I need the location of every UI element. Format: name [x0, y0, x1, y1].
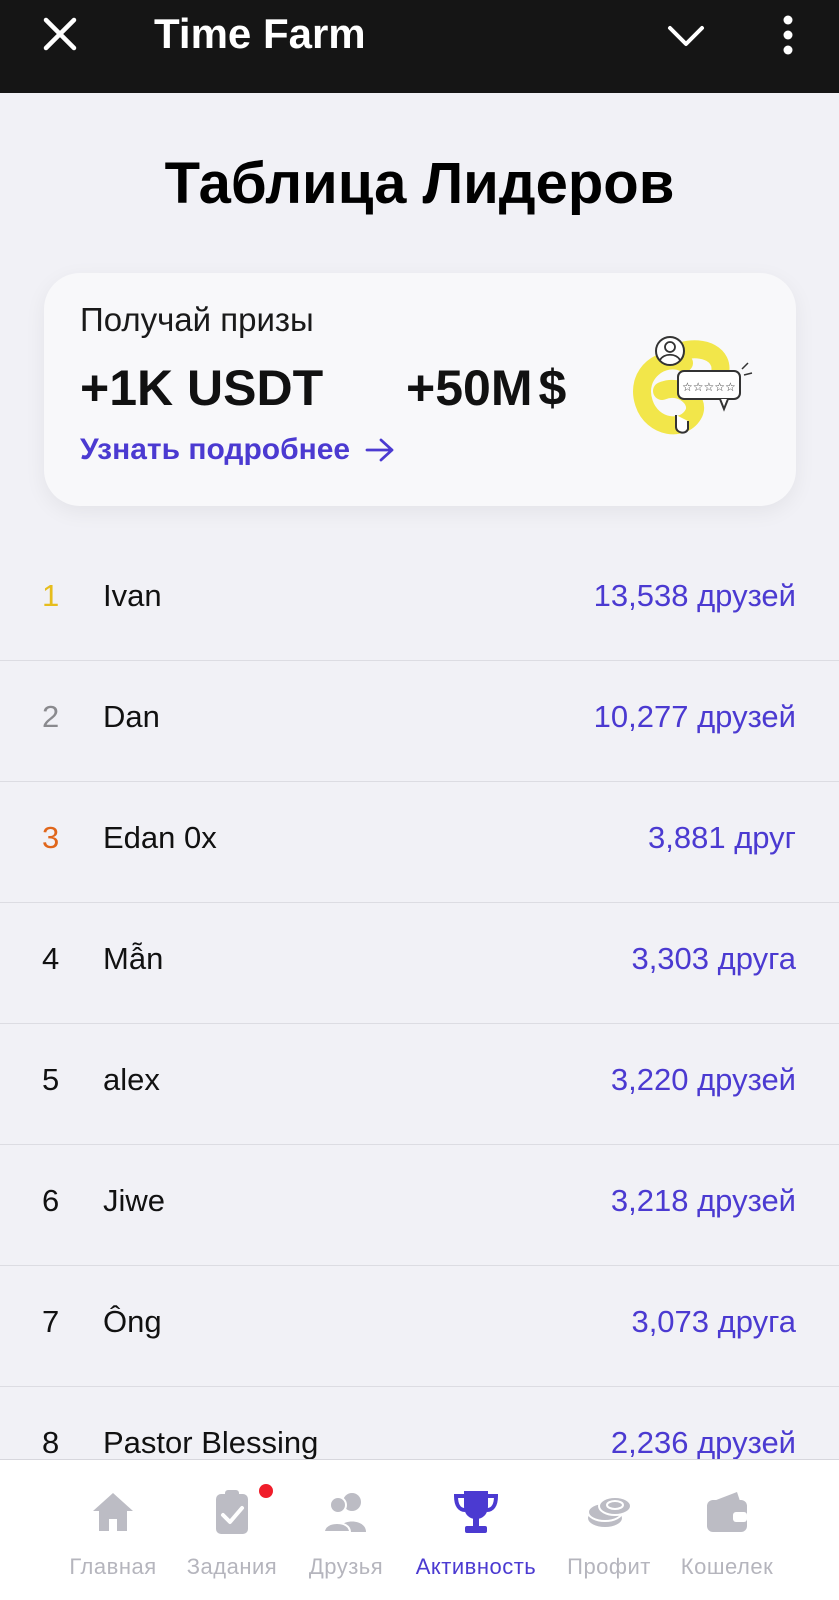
row-username: Jiwe [103, 1183, 166, 1218]
row-username: Ông [103, 1304, 162, 1339]
leaderboard-row[interactable]: 2 Dan 10,277 друзей [0, 661, 839, 782]
row-friend-count: 3,881 друг [648, 820, 796, 855]
leaderboard-row[interactable]: 5 alex 3,220 друзей [0, 1024, 839, 1145]
top-bar: Time Farm [0, 0, 839, 93]
row-friend-count: 3,218 друзей [610, 1183, 796, 1218]
row-rank: 5 [42, 1062, 60, 1097]
row-username: Dan [103, 699, 160, 734]
row-rank: 6 [42, 1183, 60, 1218]
promo-label: Получай призы [80, 301, 314, 338]
arrow-right-icon [365, 438, 394, 462]
nav-item-friends[interactable]: Друзья [281, 1460, 411, 1600]
nav-label-friends: Друзья [308, 1554, 384, 1579]
leaderboard-row[interactable]: 4 Mẫn 3,303 друга [0, 903, 839, 1024]
row-username: alex [103, 1062, 160, 1097]
row-friend-count: 13,538 друзей [593, 578, 796, 613]
home-icon [93, 1493, 133, 1531]
row-rank: 3 [42, 820, 60, 855]
page-title: Таблица Лидеров [164, 151, 675, 216]
row-friend-count: 2,236 друзей [610, 1425, 796, 1460]
leaderboard-list: 1 Ivan 13,538 друзей 2 Dan 10,277 друзей 3 Edan… [0, 540, 839, 1508]
close-icon[interactable] [40, 14, 80, 54]
coins-icon [587, 1496, 632, 1527]
row-rank: 7 [42, 1304, 60, 1339]
learn-more-link[interactable]: Узнать подробнее [80, 433, 396, 467]
nav-label-wallet: Кошелек [680, 1554, 774, 1579]
bottom-nav: Главная Задания Друзья Активность Профит… [0, 1459, 839, 1600]
row-rank: 8 [42, 1425, 60, 1460]
nav-item-wallet[interactable]: Кошелек [662, 1460, 792, 1600]
learn-more-label: Узнать подробнее [80, 433, 351, 466]
more-options-icon[interactable] [772, 12, 804, 58]
coin-symbol: $ [538, 360, 567, 416]
row-username: Mẫn [103, 941, 164, 976]
nav-label-tasks: Задания [186, 1554, 278, 1579]
nav-item-profit[interactable]: Профит [544, 1460, 674, 1600]
row-rank: 4 [42, 941, 60, 976]
leaderboard-row[interactable]: 6 Jiwe 3,218 друзей [0, 1145, 839, 1266]
row-username: Ivan [103, 578, 162, 613]
nav-label-home: Главная [69, 1554, 157, 1579]
row-username: Edan 0x [103, 820, 217, 855]
leaderboard-row[interactable]: 7 Ông 3,073 друга [0, 1266, 839, 1387]
clipboard-check-icon [216, 1490, 248, 1534]
nav-item-tasks[interactable]: Задания [167, 1460, 297, 1600]
leaderboard-row[interactable]: 3 Edan 0x 3,881 друг [0, 782, 839, 903]
prize-promo-card[interactable]: Получай призы +1K USDT +50M $ Узнать подр… [44, 273, 796, 506]
app-title: Time Farm [154, 10, 366, 57]
notification-dot [259, 1484, 273, 1498]
referral-illustration-icon: ☆☆☆☆☆ [633, 336, 753, 435]
row-friend-count: 3,220 друзей [610, 1062, 796, 1097]
row-username: Pastor Blessing [103, 1425, 319, 1460]
nav-item-activity[interactable]: Активность [411, 1460, 541, 1600]
row-friend-count: 10,277 друзей [593, 699, 796, 734]
users-icon [322, 1493, 366, 1533]
row-friend-count: 3,073 друга [631, 1304, 796, 1339]
coin-prize-amount: +50M [406, 360, 533, 416]
usdt-prize: +1K USDT [80, 360, 324, 416]
leaderboard-row[interactable]: 1 Ivan 13,538 друзей [0, 540, 839, 661]
row-rank: 1 [42, 578, 60, 613]
row-rank: 2 [42, 699, 60, 734]
wallet-icon [707, 1492, 747, 1532]
row-friend-count: 3,303 друга [631, 941, 796, 976]
coin-prize: +50M $ [406, 359, 566, 417]
svg-text:☆☆☆☆☆: ☆☆☆☆☆ [682, 380, 736, 394]
chevron-down-icon[interactable] [664, 18, 708, 54]
nav-label-profit: Профит [567, 1554, 651, 1579]
nav-label-activity: Активность [415, 1554, 537, 1579]
trophy-icon [453, 1491, 499, 1533]
nav-item-home[interactable]: Главная [48, 1460, 178, 1600]
